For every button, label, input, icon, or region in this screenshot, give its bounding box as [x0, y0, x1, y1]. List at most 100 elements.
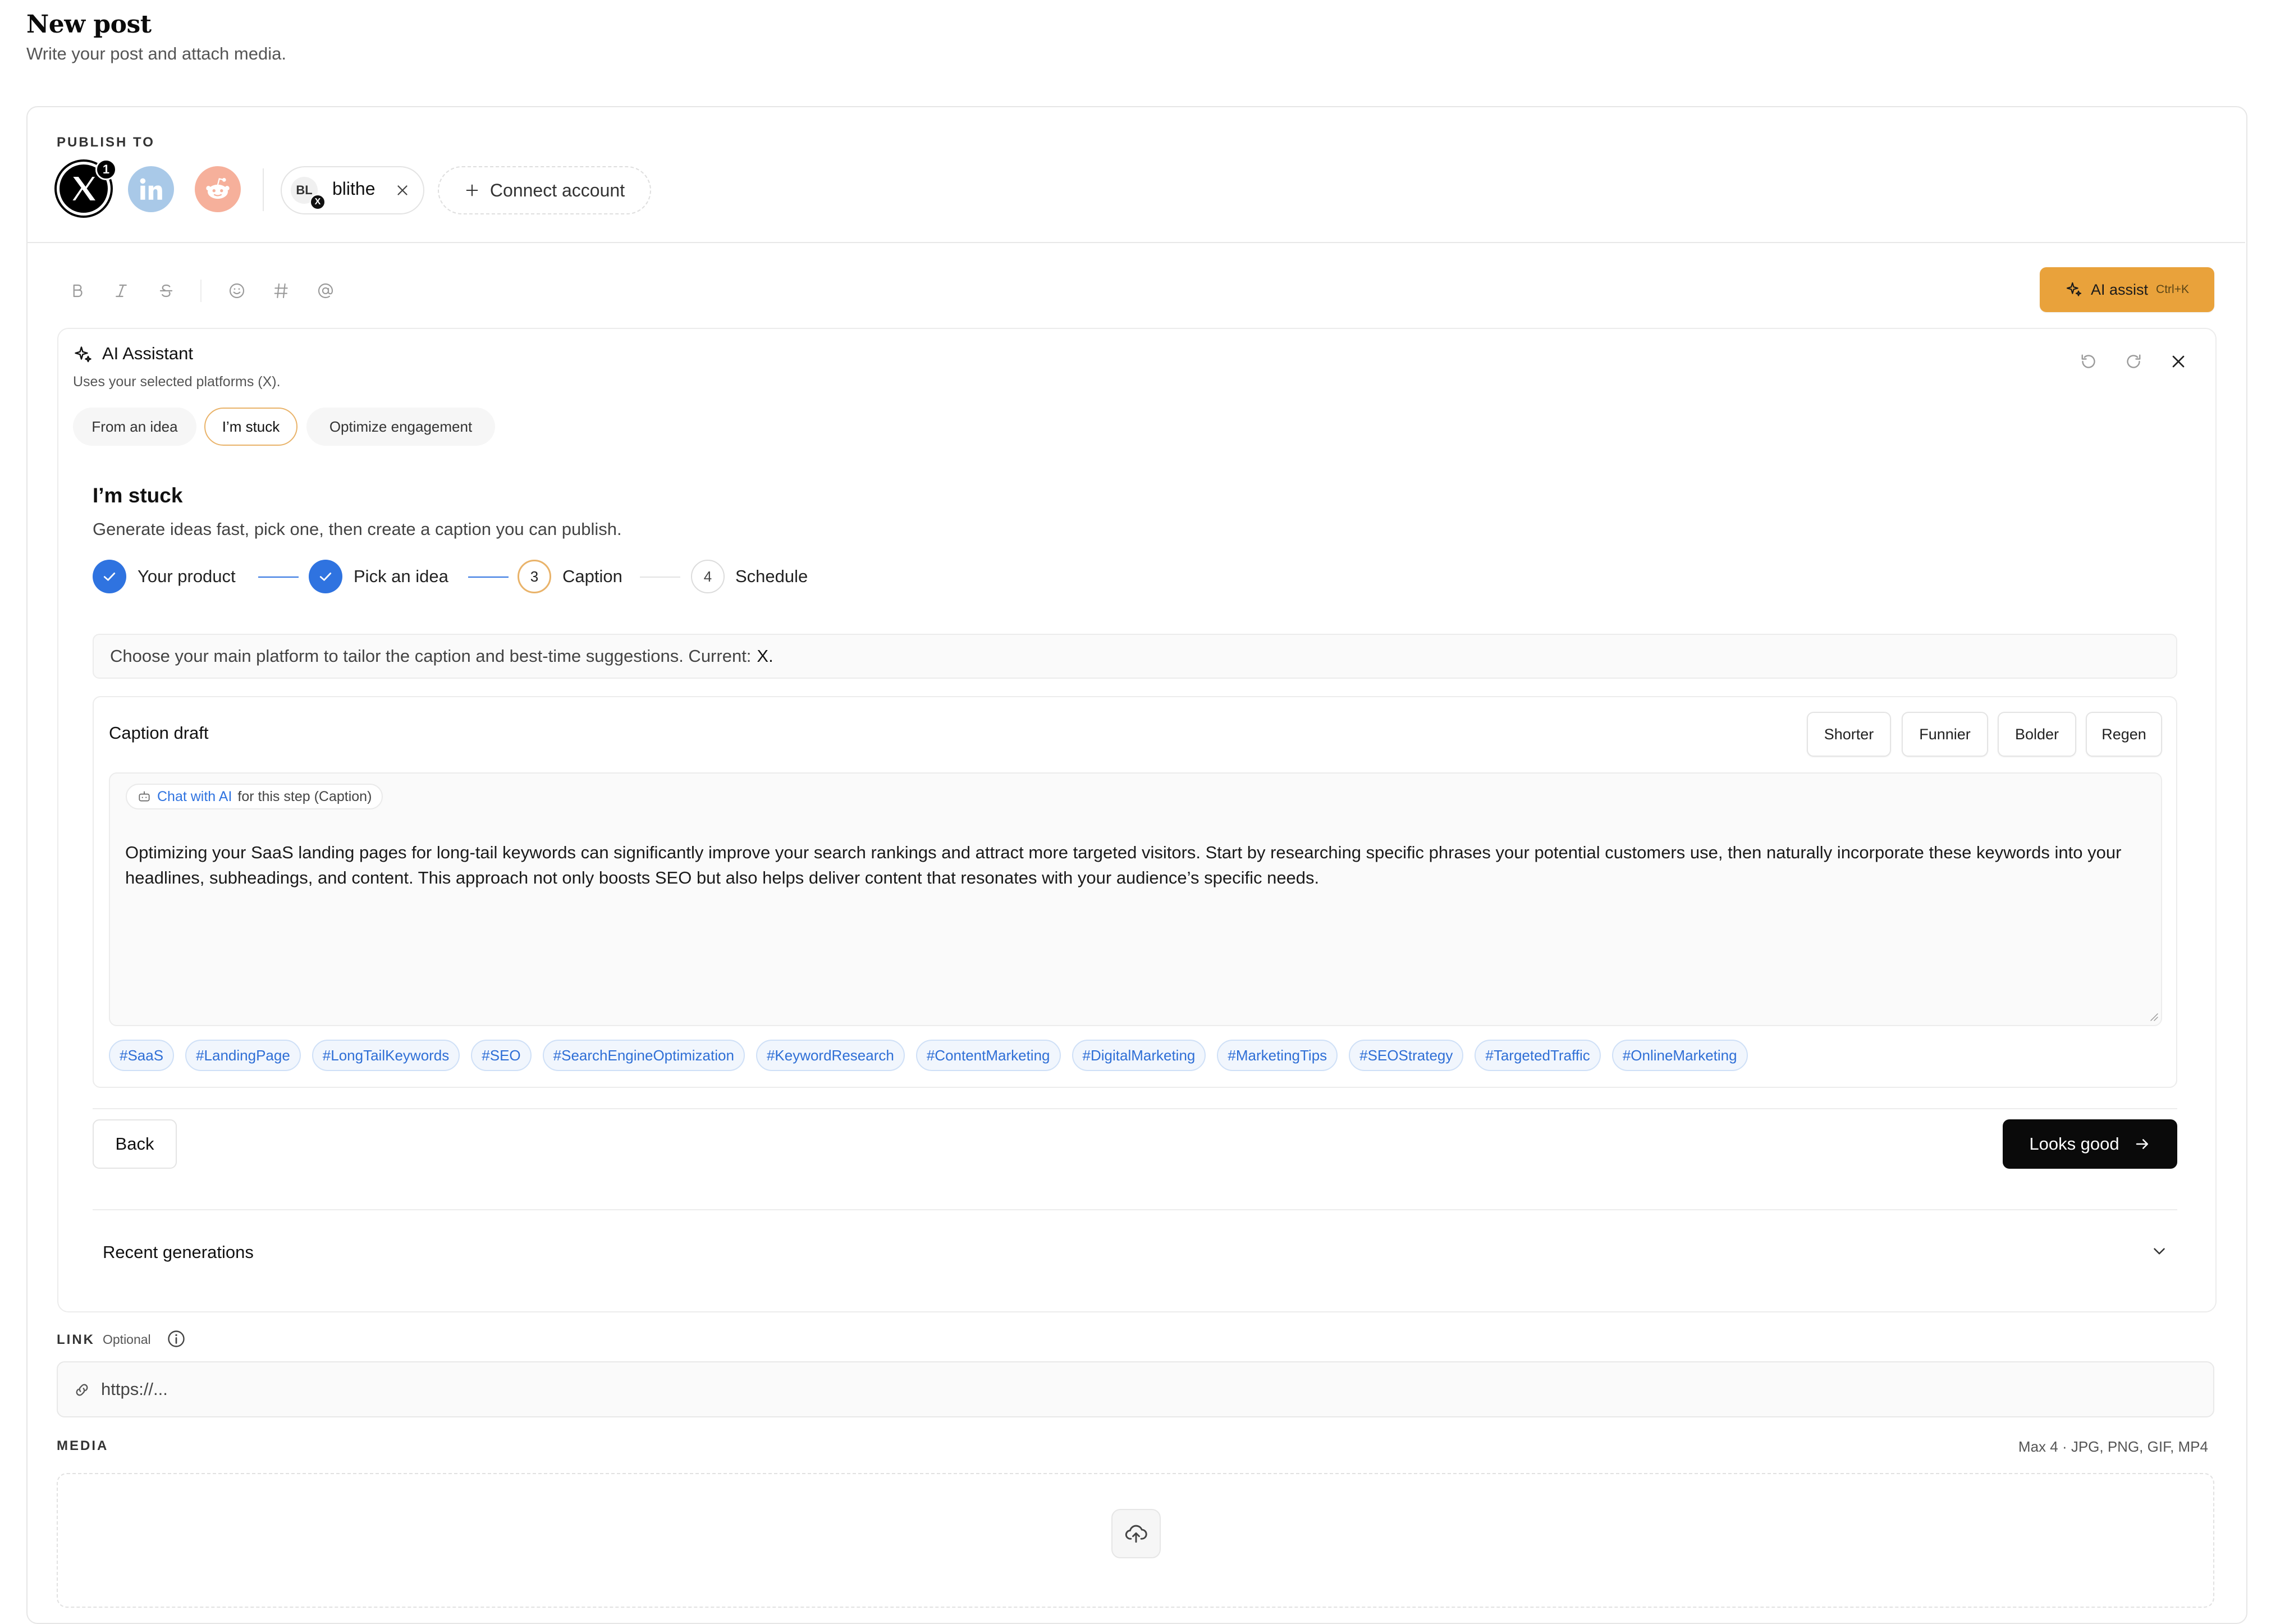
- hashtag-icon: [274, 283, 288, 299]
- italic-button[interactable]: [110, 280, 132, 302]
- step-schedule-indicator: 4: [691, 560, 725, 593]
- plus-icon: [466, 184, 478, 196]
- page-title: New post: [26, 10, 152, 39]
- strikethrough-button[interactable]: [155, 280, 177, 302]
- selected-account-chip[interactable]: BL X blithe: [281, 166, 424, 214]
- hashtag-chip[interactable]: #SEOStrategy: [1349, 1040, 1464, 1071]
- looks-good-button[interactable]: Looks good: [2003, 1119, 2177, 1169]
- link-label: LINK: [57, 1332, 95, 1347]
- tab-im-stuck[interactable]: I’m stuck: [204, 408, 297, 446]
- tab-optimize-engagement[interactable]: Optimize engagement: [306, 408, 495, 446]
- step-caption-label: Caption: [562, 566, 622, 586]
- caption-text[interactable]: Optimizing your SaaS landing pages for l…: [125, 840, 2123, 890]
- ai-assist-label: AI assist: [2091, 281, 2149, 298]
- page-subtitle: Write your post and attach media.: [26, 44, 286, 63]
- step-title: I’m stuck: [93, 484, 183, 507]
- info-icon[interactable]: [166, 1329, 186, 1349]
- hashtag-button[interactable]: [270, 280, 292, 302]
- sparkles-icon: [75, 346, 91, 363]
- chevron-down-icon[interactable]: [2150, 1242, 2169, 1261]
- hashtag-chip[interactable]: #SEO: [471, 1040, 532, 1071]
- caption-draft-title: Caption draft: [109, 723, 209, 743]
- hashtag-chip[interactable]: #TargetedTraffic: [1475, 1040, 1601, 1071]
- emoji-button[interactable]: [226, 280, 248, 302]
- connect-account-button[interactable]: Connect account: [438, 166, 651, 214]
- divider: [93, 1209, 2177, 1210]
- hashtag-chip[interactable]: #LandingPage: [185, 1040, 301, 1071]
- looks-good-label: Looks good: [2029, 1134, 2119, 1154]
- hashtag-chip[interactable]: #ContentMarketing: [915, 1040, 1061, 1071]
- divider: [26, 242, 2245, 243]
- chat-with-ai-suffix: for this step (Caption): [237, 788, 372, 804]
- ai-assist-shortcut: Ctrl+K: [2156, 283, 2189, 296]
- hashtag-chip[interactable]: #OnlineMarketing: [1611, 1040, 1748, 1071]
- link-optional-label: Optional: [103, 1332, 151, 1347]
- bold-button[interactable]: [66, 280, 89, 302]
- hashtag-chip[interactable]: #DigitalMarketing: [1072, 1040, 1206, 1071]
- cloud-upload-icon: [1125, 1525, 1147, 1543]
- x-logo-icon: [72, 177, 95, 200]
- link-input[interactable]: [101, 1374, 2178, 1405]
- shorter-button[interactable]: Shorter: [1807, 712, 1891, 757]
- hashtag-chip[interactable]: #MarketingTips: [1217, 1040, 1338, 1071]
- step-connector: [640, 577, 680, 578]
- toolbar-divider: [200, 280, 202, 302]
- step-your-product-indicator: [93, 560, 126, 593]
- hashtag-list: #SaaS #LandingPage #LongTailKeywords #SE…: [109, 1040, 1748, 1071]
- account-platform-badge: X: [310, 194, 326, 210]
- check-icon: [319, 573, 332, 581]
- recent-generations-toggle[interactable]: Recent generations: [103, 1242, 254, 1262]
- redo-button[interactable]: [2123, 351, 2144, 372]
- hashtag-chip[interactable]: #SearchEngineOptimization: [542, 1040, 745, 1071]
- bold-icon: [73, 284, 83, 298]
- undo-button[interactable]: [2078, 351, 2099, 372]
- step-pick-an-idea-label: Pick an idea: [354, 566, 448, 586]
- strikethrough-icon: [159, 284, 173, 298]
- step-pick-an-idea-indicator: [309, 560, 342, 593]
- close-ai-panel-button[interactable]: [2168, 351, 2188, 372]
- reddit-icon: [206, 177, 230, 199]
- undo-icon: [2081, 354, 2095, 368]
- mention-icon: [318, 283, 333, 299]
- publish-to-label: PUBLISH TO: [57, 135, 155, 150]
- tab-from-an-idea[interactable]: From an idea: [73, 408, 196, 446]
- funnier-button[interactable]: Funnier: [1902, 712, 1988, 757]
- close-icon: [2172, 355, 2185, 368]
- media-hint: Max 4 · JPG, PNG, GIF, MP4: [2018, 1438, 2208, 1455]
- platform-x-count-badge: 1: [95, 159, 117, 180]
- step-description: Generate ideas fast, pick one, then crea…: [93, 519, 622, 539]
- emoji-icon: [229, 283, 245, 299]
- italic-icon: [116, 284, 127, 298]
- hashtag-chip[interactable]: #LongTailKeywords: [312, 1040, 460, 1071]
- ai-panel-subtitle: Uses your selected platforms (X).: [73, 374, 281, 390]
- hashtag-chip[interactable]: #KeywordResearch: [756, 1040, 905, 1071]
- platform-linkedin-button[interactable]: [128, 166, 174, 212]
- back-button[interactable]: Back: [93, 1119, 177, 1169]
- platform-reddit-button[interactable]: [195, 166, 241, 212]
- upload-media-button[interactable]: [1111, 1509, 1161, 1558]
- chat-with-ai-chip[interactable]: Chat with AI for this step (Caption): [126, 784, 383, 809]
- ai-panel-title: AI Assistant: [102, 344, 193, 363]
- caption-textarea[interactable]: [109, 772, 2162, 1026]
- divider: [93, 1108, 2177, 1109]
- account-name: blithe: [332, 179, 376, 199]
- hashtag-chip[interactable]: #SaaS: [109, 1040, 175, 1071]
- regen-button[interactable]: Regen: [2086, 712, 2162, 757]
- mention-button[interactable]: [314, 280, 337, 302]
- connect-account-label: Connect account: [489, 180, 625, 200]
- platform-banner-text: Choose your main platform to tailor the …: [110, 646, 752, 666]
- remove-account-button[interactable]: [394, 182, 411, 199]
- check-icon: [103, 573, 116, 581]
- sparkles-icon: [2066, 282, 2082, 296]
- step-schedule-label: Schedule: [735, 566, 808, 586]
- bolder-button[interactable]: Bolder: [1998, 712, 2076, 757]
- bot-icon: [139, 791, 150, 802]
- ai-assist-button[interactable]: AI assist Ctrl+K: [2040, 267, 2214, 312]
- step-connector: [258, 577, 299, 578]
- chat-with-ai-link[interactable]: Chat with AI: [157, 789, 232, 805]
- arrow-right-icon: [2136, 1139, 2148, 1149]
- step-your-product-label: Your product: [138, 566, 236, 586]
- resize-handle-icon[interactable]: [2148, 1010, 2159, 1022]
- media-label: MEDIA: [57, 1438, 109, 1453]
- current-platform: X.: [757, 646, 773, 666]
